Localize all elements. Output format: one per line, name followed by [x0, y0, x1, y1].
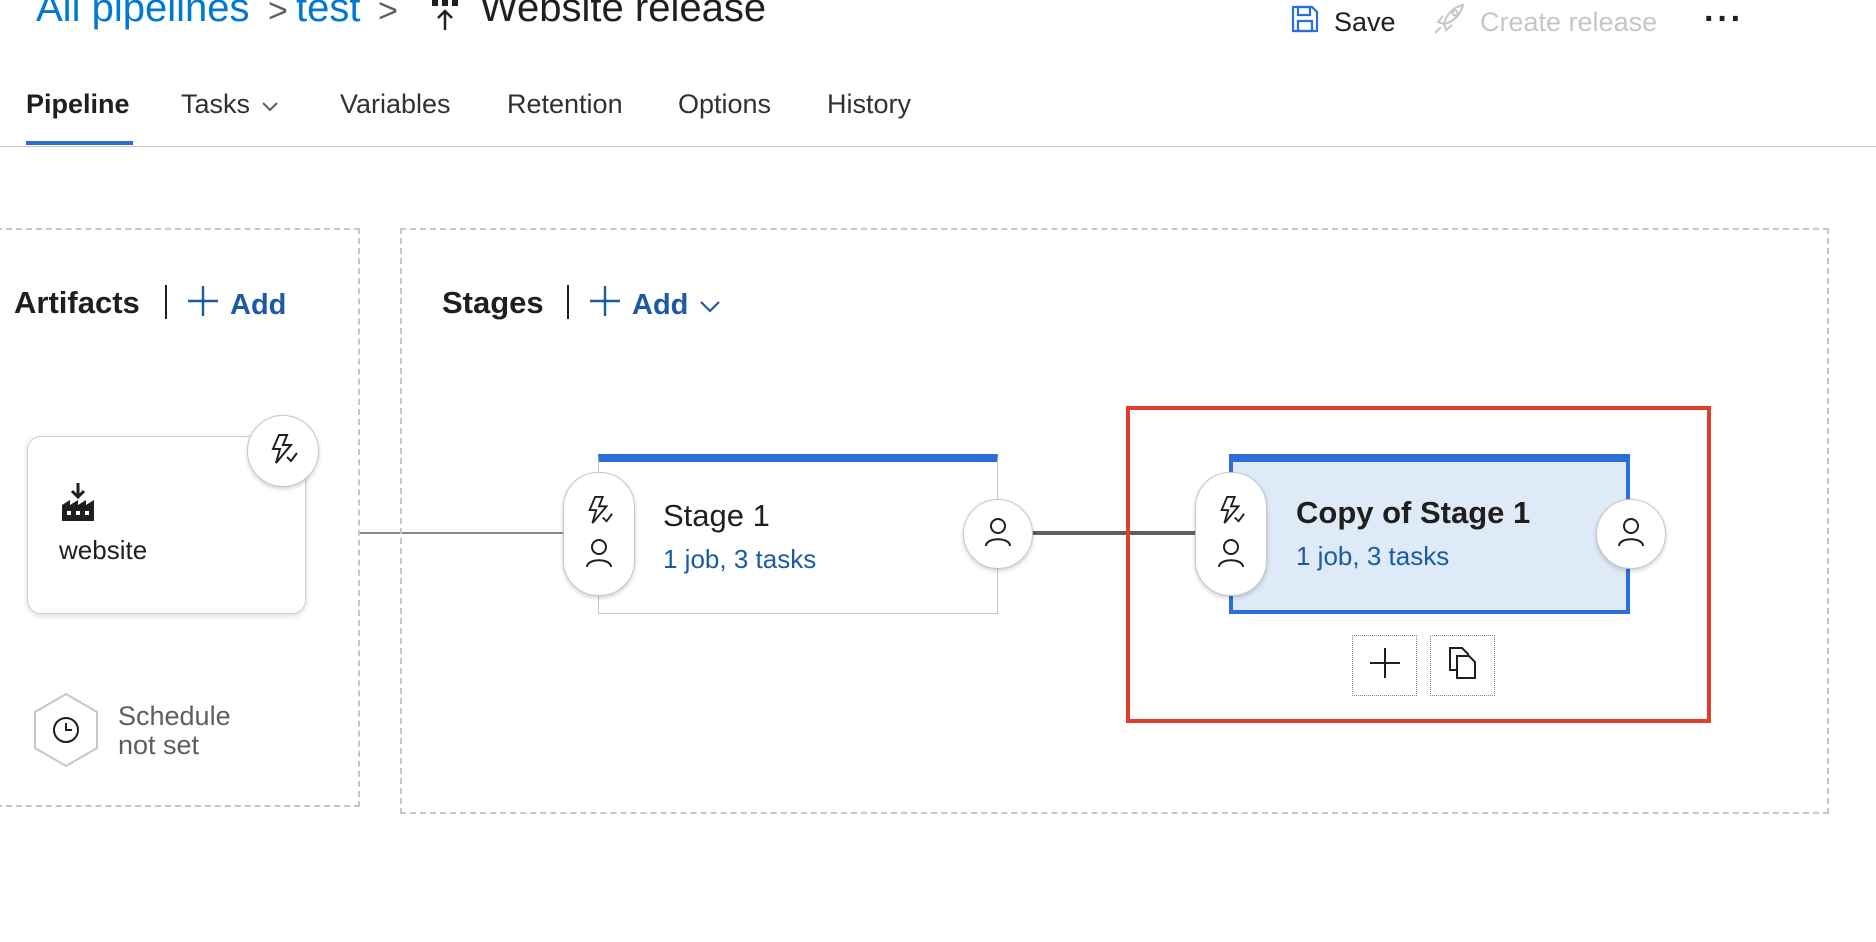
person-icon: [984, 517, 1012, 552]
artifacts-title: Artifacts: [14, 285, 140, 320]
tab-tasks[interactable]: Tasks: [181, 89, 280, 120]
stage-card-stage-1[interactable]: Stage 1 1 job, 3 tasks: [598, 454, 998, 614]
chevron-down-icon: [698, 289, 722, 322]
person-icon: [1617, 517, 1645, 552]
rocket-icon: [1432, 2, 1466, 43]
build-artifact-icon: [60, 483, 96, 528]
breadcrumb-separator: >: [268, 0, 288, 30]
save-label: Save: [1334, 6, 1396, 37]
schedule-trigger[interactable]: [31, 692, 101, 773]
add-label: Add: [230, 288, 287, 321]
tab-label: Retention: [507, 89, 623, 119]
tab-options[interactable]: Options: [678, 89, 771, 120]
post-deployment-approvals[interactable]: [1596, 499, 1666, 569]
stage-summary-link[interactable]: 1 job, 3 tasks: [1296, 541, 1449, 572]
lightning-icon: [584, 495, 614, 530]
create-release-button[interactable]: Create release: [1432, 2, 1658, 43]
schedule-line-1: Schedule: [118, 701, 231, 731]
tab-label: Tasks: [181, 89, 251, 119]
add-stage-button[interactable]: Add: [588, 284, 722, 326]
schedule-status[interactable]: Schedule not set: [118, 702, 231, 760]
person-icon: [585, 538, 613, 573]
breadcrumb-test[interactable]: test: [296, 0, 360, 28]
pre-deployment-conditions[interactable]: [1195, 472, 1267, 596]
tab-pipeline[interactable]: Pipeline: [26, 89, 130, 120]
stages-title: Stages: [442, 285, 544, 320]
stage-name: Copy of Stage 1: [1296, 495, 1531, 530]
copy-icon: [1447, 646, 1479, 685]
save-button[interactable]: Save: [1290, 4, 1396, 40]
title-divider: [567, 285, 569, 319]
tab-divider: [0, 146, 1876, 147]
save-icon: [1290, 4, 1320, 41]
active-tab-indicator: [26, 141, 133, 145]
tab-retention[interactable]: Retention: [507, 89, 623, 120]
more-options-button[interactable]: ···: [1704, 0, 1744, 39]
add-label: Add: [632, 288, 689, 321]
add-stage-after-button[interactable]: [1352, 635, 1417, 696]
plus-icon: [186, 284, 220, 326]
stage-summary-link[interactable]: 1 job, 3 tasks: [663, 544, 816, 575]
plus-icon: [1368, 646, 1402, 685]
tab-label: Variables: [340, 89, 451, 119]
breadcrumb-all-pipelines[interactable]: All pipelines: [36, 0, 249, 28]
lightning-icon: [267, 433, 299, 470]
lightning-icon: [1216, 495, 1246, 530]
tab-label: Options: [678, 89, 772, 119]
add-artifact-button[interactable]: Add: [186, 284, 286, 326]
page-title: Website release: [480, 0, 767, 30]
tab-label: Pipeline: [26, 89, 130, 119]
pre-deployment-conditions[interactable]: [563, 472, 635, 596]
clock-icon: [31, 692, 101, 772]
continuous-deployment-trigger[interactable]: [247, 415, 319, 487]
create-release-label: Create release: [1480, 6, 1658, 37]
stage-name: Stage 1: [663, 498, 770, 533]
tab-variables[interactable]: Variables: [340, 89, 451, 120]
stage-card-copy-of-stage-1[interactable]: Copy of Stage 1 1 job, 3 tasks: [1229, 454, 1630, 614]
schedule-line-2: not set: [118, 730, 200, 760]
post-deployment-approvals[interactable]: [963, 499, 1033, 569]
clone-stage-button[interactable]: [1430, 635, 1495, 696]
tab-label: History: [827, 89, 912, 119]
title-divider: [165, 285, 167, 319]
artifact-name: website: [59, 535, 148, 565]
person-icon: [1217, 538, 1245, 573]
plus-icon: [588, 284, 622, 326]
tab-history[interactable]: History: [827, 89, 911, 120]
release-pipeline-icon: [430, 0, 460, 37]
chevron-down-icon: [260, 89, 280, 120]
breadcrumb-separator: >: [378, 0, 398, 30]
breadcrumb: All pipelines > test > Website release: [0, 0, 820, 40]
